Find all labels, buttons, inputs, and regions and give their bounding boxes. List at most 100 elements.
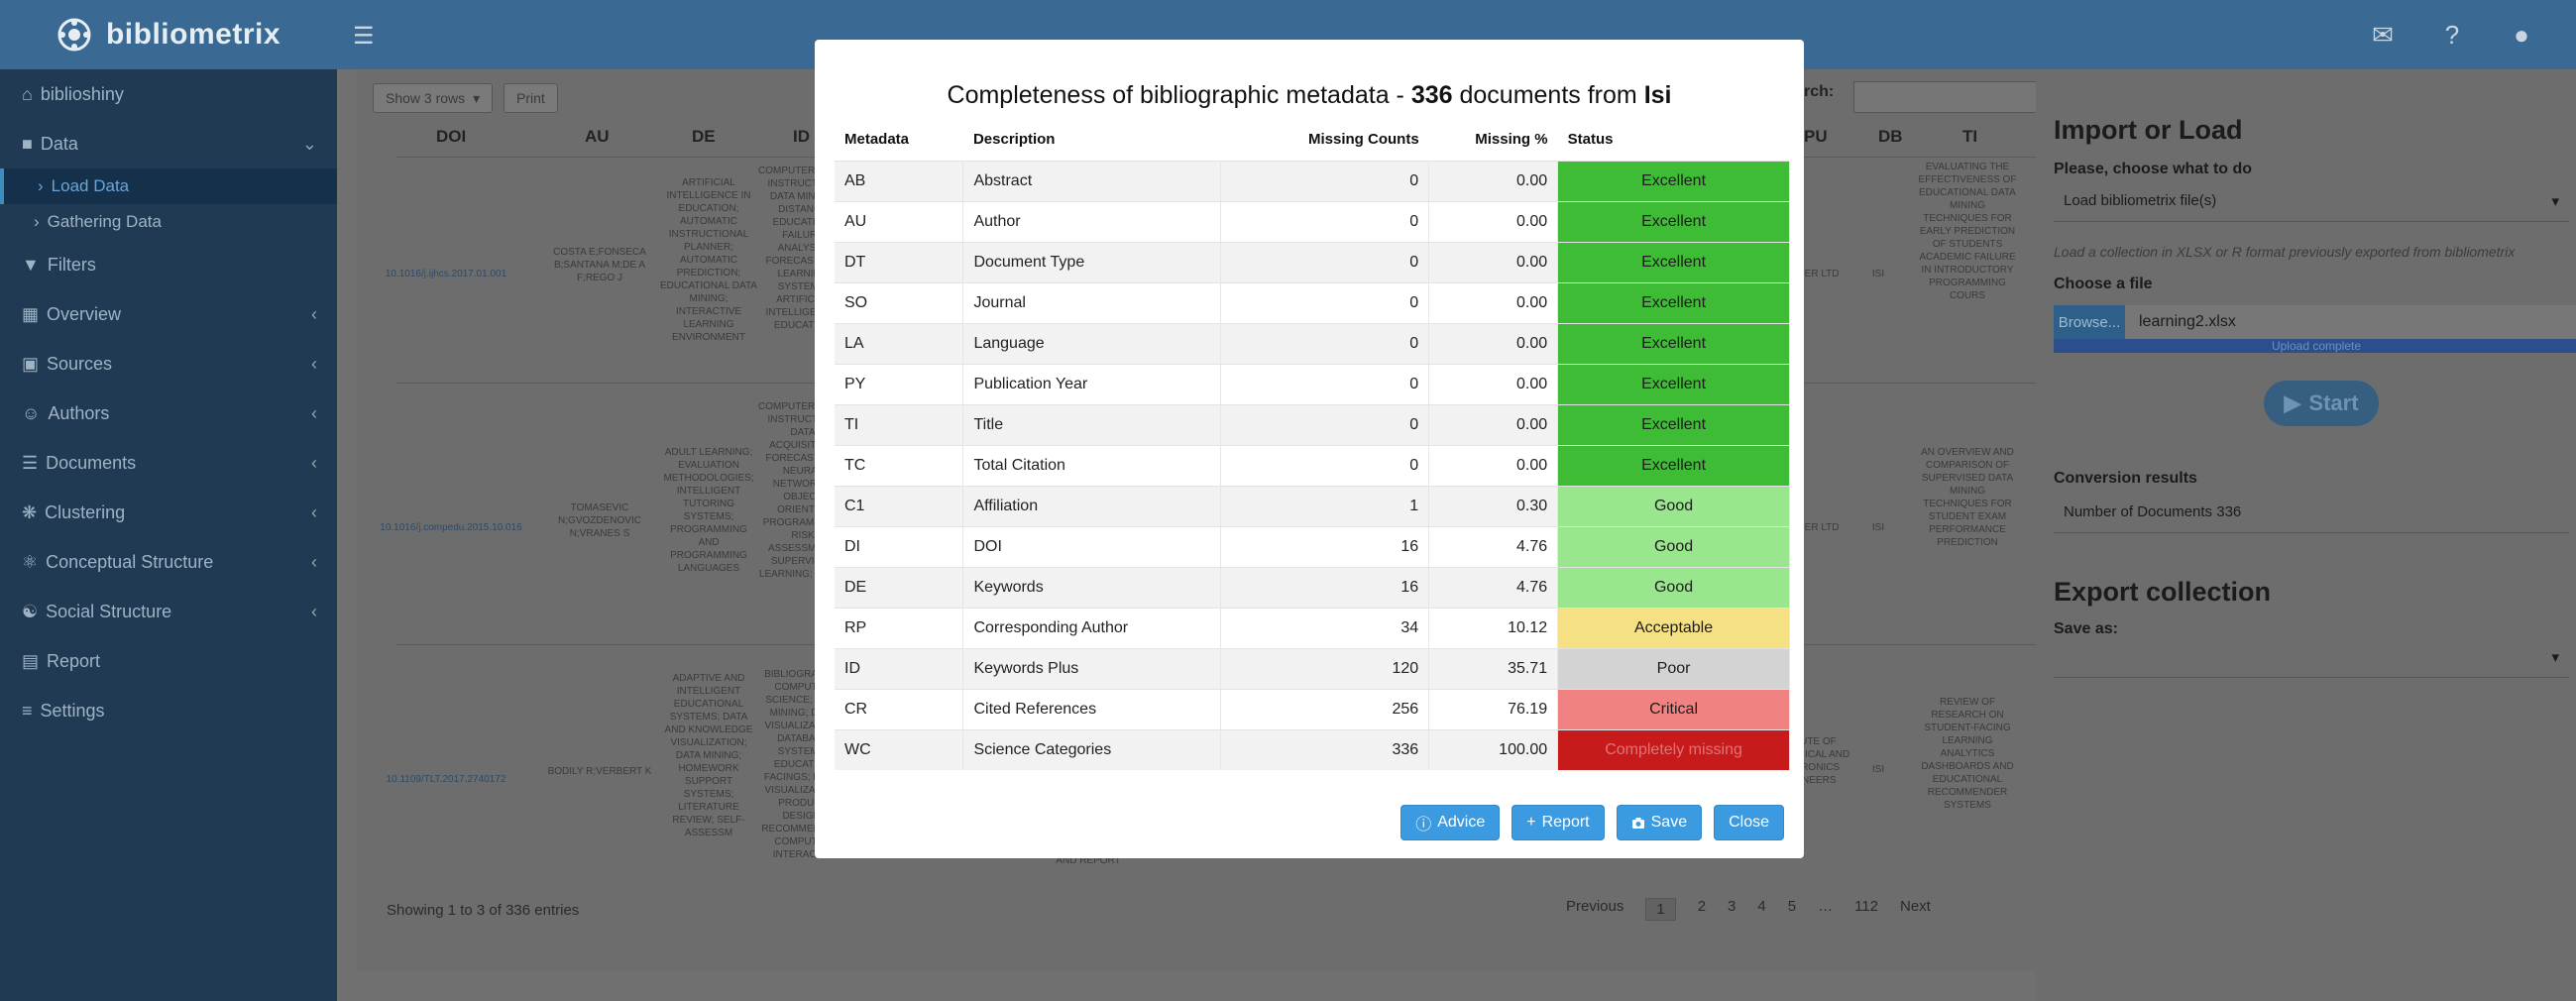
sidebar-toggle-icon[interactable]: ☰ [353, 22, 375, 51]
modal-title-count: 336 [1410, 81, 1453, 109]
table-cell-doi[interactable]: 10.1109/TLT.2017.2740172 [367, 773, 525, 786]
save-button[interactable]: Save [1616, 805, 1703, 840]
print-button[interactable]: Print [504, 83, 558, 113]
table-row: CR Cited References 256 76.19 Critical [835, 688, 1790, 729]
table-info: Showing 1 to 3 of 336 entries [387, 902, 580, 919]
close-label: Close [1729, 814, 1769, 831]
show-rows-button[interactable]: Show 3 rows ▾ [373, 83, 494, 113]
help-icon[interactable]: ? [2437, 20, 2467, 51]
pager-previous[interactable]: Previous [1566, 898, 1624, 921]
column-header-ti[interactable]: TI [1962, 127, 1977, 157]
sidebar-item-sources[interactable]: ▣ Sources ‹ [0, 339, 337, 389]
table-row: C1 Affiliation 1 0.30 Good [835, 485, 1790, 526]
cell-description: Publication Year [962, 363, 1222, 404]
column-header-id[interactable]: ID [793, 127, 810, 157]
cell-missing-counts: 0 [1220, 403, 1430, 445]
column-header-missing-counts[interactable]: Missing Counts [1221, 119, 1429, 161]
table-row: SO Journal 0 0.00 Excellent [835, 281, 1790, 323]
documents-icon: ☰ [22, 452, 39, 473]
sidebar-item-data[interactable]: ■ Data ⌄ [0, 119, 337, 168]
cell-status: Excellent [1557, 200, 1790, 242]
cell-description: Affiliation [962, 485, 1222, 526]
start-button[interactable]: ▶ Start [2264, 381, 2379, 426]
file-name-field[interactable]: learning2.xlsx [2125, 305, 2576, 339]
table-cell-au: BODILY R;VERBERT K [547, 766, 652, 777]
column-header-au[interactable]: AU [585, 127, 610, 157]
logo[interactable]: bibliometrix [0, 0, 337, 69]
sidebar-item-authors[interactable]: ☺ Authors ‹ [0, 389, 337, 438]
import-panel: Import or Load Please, choose what to do… [2036, 69, 2576, 1001]
column-header-doi[interactable]: DOI [436, 127, 466, 157]
cell-metadata: AB [835, 160, 964, 201]
sidebar-item-documents[interactable]: ☰ Documents ‹ [0, 438, 337, 488]
cell-missing-counts: 0 [1220, 444, 1430, 486]
cell-missing-pct: 0.00 [1428, 363, 1559, 404]
pager-next[interactable]: Next [1900, 898, 1931, 921]
close-button[interactable]: Close [1714, 805, 1784, 840]
home-icon: ⌂ [22, 83, 33, 104]
sidebar-item-overview[interactable]: ▦ Overview ‹ [0, 289, 337, 339]
cell-metadata: RP [835, 607, 964, 648]
cell-metadata: C1 [835, 485, 964, 526]
column-header-status[interactable]: Status [1558, 119, 1790, 161]
sidebar-item-gathering-data[interactable]: › Gathering Data [0, 204, 337, 240]
sidebar-item-social-structure[interactable]: ☯ Social Structure ‹ [0, 587, 337, 636]
cell-missing-pct: 0.00 [1428, 322, 1559, 364]
report-button[interactable]: + Report [1512, 805, 1605, 840]
sidebar-item-conceptual-structure[interactable]: ⚛ Conceptual Structure ‹ [0, 537, 337, 587]
github-icon[interactable]: ● [2507, 20, 2536, 51]
choose-select[interactable]: Load bibliometrix file(s) ▾ [2054, 182, 2569, 222]
modal-footer: ⓘ Advice + Report Save Close [1400, 805, 1784, 840]
pager-page-4[interactable]: 4 [1757, 898, 1765, 921]
table-row: WC Science Categories 336 100.00 Completely … [835, 728, 1790, 770]
play-icon: ▶ [2284, 390, 2301, 415]
table-row: TC Total Citation 0 0.00 Excellent [835, 444, 1790, 486]
sidebar-item-biblioshiny[interactable]: ⌂ biblioshiny [0, 69, 337, 119]
column-header-description[interactable]: Description [963, 119, 1221, 161]
save-as-select[interactable]: ▾ [2054, 638, 2569, 678]
cell-metadata: SO [835, 281, 964, 323]
cell-description: Title [962, 403, 1222, 445]
cell-description: Corresponding Author [962, 607, 1222, 648]
sidebar-item-filters[interactable]: ▼ Filters [0, 240, 337, 289]
export-title: Export collection [2054, 577, 2272, 607]
browse-button[interactable]: Browse... [2054, 305, 2125, 339]
caret-down-icon: ▾ [473, 89, 481, 106]
choose-label: Please, choose what to do [2054, 161, 2253, 177]
column-header-pu[interactable]: PU [1804, 127, 1828, 157]
pager-page-3[interactable]: 3 [1728, 898, 1736, 921]
cell-missing-pct: 0.00 [1428, 241, 1559, 282]
search-input[interactable] [1853, 81, 2042, 113]
table-cell-doi[interactable]: 10.1016/j.compedu.2015.10.016 [367, 521, 535, 534]
report-label: Report [1541, 814, 1590, 831]
cell-status: Excellent [1557, 403, 1790, 445]
pager-page-112[interactable]: 112 [1854, 898, 1878, 921]
chevron-left-icon: ‹ [311, 353, 317, 374]
table-cell-db: ISI [1871, 764, 1885, 775]
column-header-metadata[interactable]: Metadata [835, 119, 963, 161]
cell-metadata: WC [835, 728, 964, 770]
table-cell-doi[interactable]: 10.1016/j.ijhcs.2017.01.001 [367, 268, 525, 280]
pager-page-2[interactable]: 2 [1698, 898, 1706, 921]
file-input: Browse... learning2.xlsx [2054, 305, 2576, 339]
bibliometrix-logo-icon [57, 18, 91, 52]
sidebar-item-label: biblioshiny [40, 83, 124, 104]
advice-button[interactable]: ⓘ Advice [1400, 805, 1501, 840]
column-header-db[interactable]: DB [1878, 127, 1903, 157]
sidebar-item-settings[interactable]: ≡ Settings [0, 686, 337, 735]
cell-status: Excellent [1557, 160, 1790, 201]
pager-page-1[interactable]: 1 [1645, 898, 1676, 921]
cell-metadata: DE [835, 566, 964, 608]
sidebar-item-load-data[interactable]: › Load Data [0, 168, 337, 204]
sidebar-item-clustering[interactable]: ❋ Clustering ‹ [0, 488, 337, 537]
table-cell-db: ISI [1871, 269, 1885, 279]
pager-page-5[interactable]: 5 [1788, 898, 1796, 921]
chevron-left-icon: ‹ [311, 402, 317, 423]
cell-missing-counts: 0 [1220, 160, 1430, 201]
column-header-de[interactable]: DE [692, 127, 716, 157]
cell-metadata: AU [835, 200, 964, 242]
cell-description: Cited References [962, 688, 1222, 729]
sidebar-item-report[interactable]: ▤ Report [0, 636, 337, 686]
messages-icon[interactable]: ✉ [2368, 20, 2398, 51]
column-header-missing-pct[interactable]: Missing % [1429, 119, 1558, 161]
